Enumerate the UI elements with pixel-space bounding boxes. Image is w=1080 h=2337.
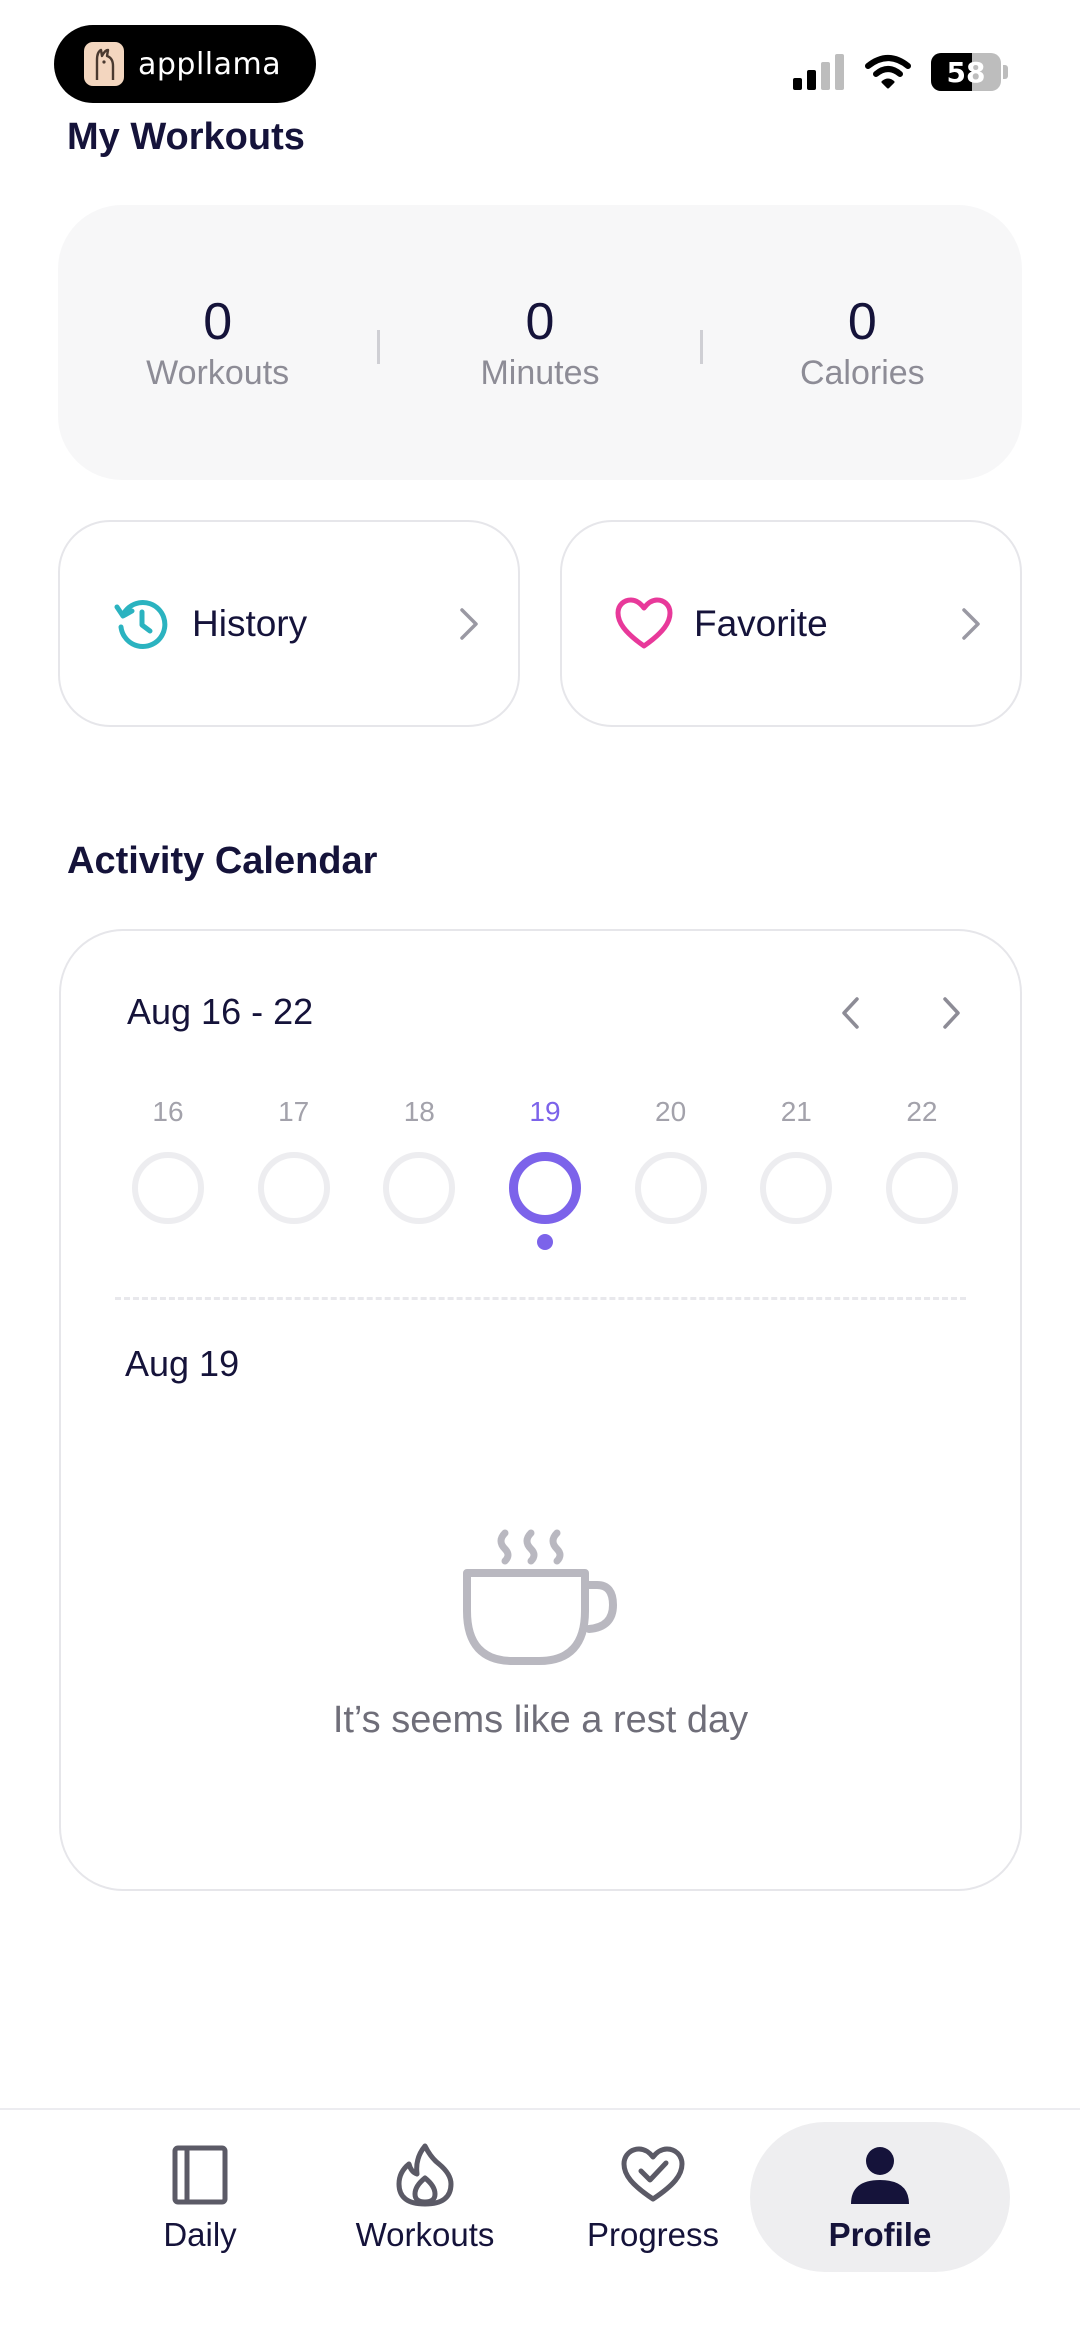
today-dot (914, 1234, 930, 1250)
favorite-button[interactable]: Favorite (560, 520, 1022, 727)
next-week-button[interactable] (931, 993, 971, 1033)
llama-logo-icon (84, 42, 124, 86)
battery-indicator: 58 (931, 53, 1001, 91)
stat-calories: 0 Calories (703, 292, 1022, 393)
flame-icon (390, 2140, 460, 2210)
heart-icon (614, 594, 674, 654)
day-number: 18 (403, 1096, 435, 1127)
selected-date: Aug 19 (125, 1343, 240, 1384)
tab-profile[interactable]: Profile (750, 2122, 1010, 2272)
week-days-row: 16 17 18 19 20 21 22 (125, 1096, 965, 1250)
today-dot (411, 1234, 427, 1250)
today-dot (536, 1234, 553, 1250)
history-button[interactable]: History (58, 520, 520, 727)
coffee-cup-icon (463, 1529, 617, 1665)
stat-label: Calories (799, 354, 925, 392)
stat-value: 0 (203, 293, 233, 351)
battery-percent: 58 (946, 55, 986, 89)
day-number: 19 (529, 1096, 561, 1127)
tab-label: Daily (163, 2216, 237, 2253)
calendar-day-selected[interactable]: 19 (502, 1096, 588, 1250)
calendar-day[interactable]: 20 (628, 1096, 714, 1250)
day-number: 22 (906, 1096, 938, 1127)
bottom-tab-bar: Daily Workouts Progress Profile (0, 2108, 1080, 2337)
stat-workouts: 0 Workouts (58, 292, 377, 393)
day-activity-ring (634, 1152, 707, 1224)
stat-label: Workouts (146, 354, 290, 392)
today-dot (160, 1234, 176, 1250)
chevron-right-icon (943, 997, 960, 1029)
today-dot (286, 1234, 302, 1250)
day-number: 16 (152, 1096, 184, 1127)
stat-value: 0 (525, 293, 555, 351)
app-name: appllama (138, 46, 282, 82)
activity-calendar-card: Aug 16 - 22 16 17 18 19 20 21 22 Aug 19 … (59, 929, 1022, 1891)
day-activity-ring (383, 1152, 456, 1224)
heart-check-icon (618, 2140, 688, 2210)
calendar-day[interactable]: 22 (879, 1096, 965, 1250)
day-activity-ring (132, 1152, 204, 1224)
day-number: 20 (655, 1096, 687, 1127)
calendar-day[interactable]: 18 (376, 1096, 462, 1250)
battery-cap (1003, 65, 1008, 79)
day-activity-ring (257, 1152, 330, 1224)
day-activity-ring (508, 1152, 581, 1224)
activity-calendar-title: Activity Calendar (67, 840, 378, 882)
favorite-label: Favorite (694, 602, 828, 644)
stat-value: 0 (847, 293, 877, 351)
calendar-day[interactable]: 21 (753, 1096, 839, 1250)
tab-label: Progress (586, 2216, 720, 2253)
history-clock-icon (112, 594, 172, 654)
person-icon (845, 2140, 915, 2210)
app-indicator[interactable]: appllama (54, 25, 316, 103)
tab-progress[interactable]: Progress (573, 2122, 733, 2272)
day-number: 21 (780, 1096, 812, 1127)
calendar-day[interactable]: 16 (125, 1096, 211, 1250)
tab-workouts[interactable]: Workouts (345, 2122, 505, 2272)
chevron-left-icon (842, 997, 859, 1029)
wifi-icon (865, 55, 911, 89)
tab-label: Profile (828, 2216, 932, 2253)
book-icon (165, 2140, 235, 2210)
signal-icon (793, 54, 844, 90)
stat-minutes: 0 Minutes (380, 292, 699, 393)
tab-label: Workouts (355, 2216, 495, 2253)
day-activity-ring (885, 1152, 958, 1224)
my-workouts-title: My Workouts (67, 116, 305, 158)
history-label: History (192, 602, 308, 644)
workout-stats-card: 0 Workouts 0 Minutes 0 Calories (58, 205, 1022, 480)
status-bar: appllama 58 (0, 0, 1080, 130)
previous-week-button[interactable] (831, 993, 871, 1033)
dashed-divider (115, 1297, 966, 1300)
stat-label: Minutes (480, 354, 600, 392)
calendar-week-range: Aug 16 - 22 (127, 991, 314, 1032)
day-activity-ring (760, 1152, 833, 1224)
day-number: 17 (278, 1096, 310, 1127)
chevron-right-icon (962, 607, 980, 640)
today-dot (663, 1234, 679, 1250)
chevron-right-icon (460, 607, 478, 640)
tab-daily[interactable]: Daily (120, 2122, 280, 2272)
today-dot (788, 1234, 804, 1250)
rest-day-message: It’s seems like a rest day (332, 1699, 749, 1741)
calendar-day[interactable]: 17 (251, 1096, 337, 1250)
